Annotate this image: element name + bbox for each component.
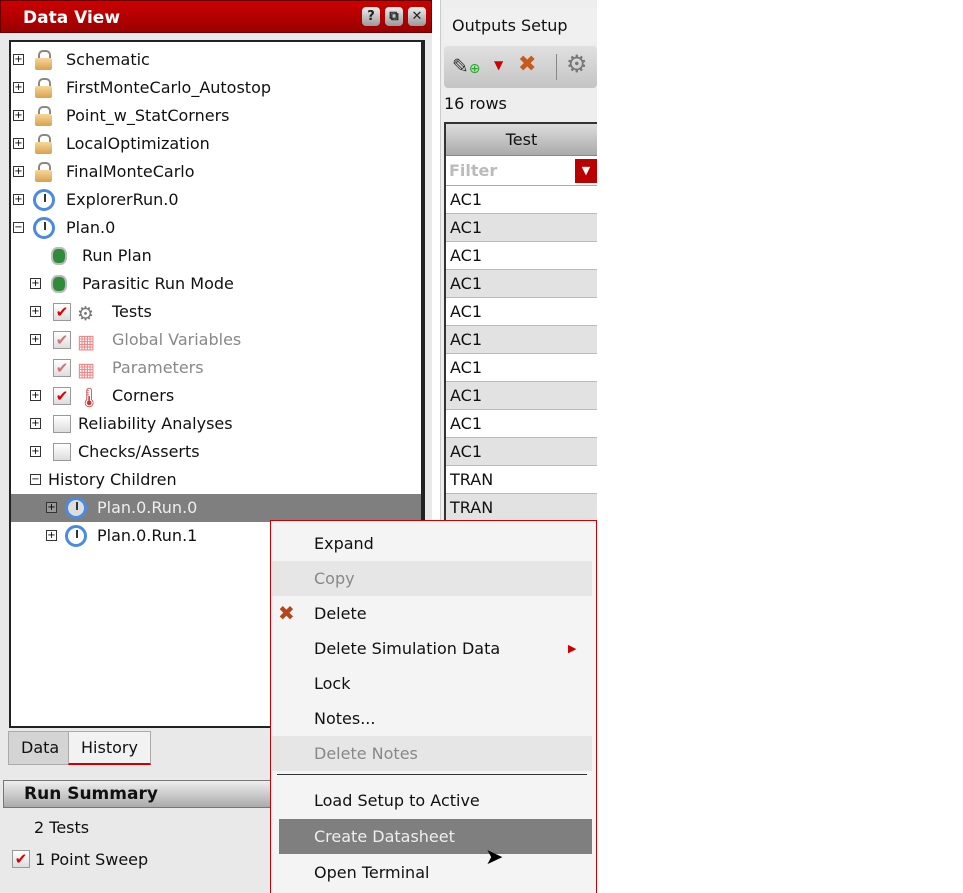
tree-item[interactable]: − Plan.0 [11,214,421,242]
table-row[interactable]: TRAN [446,466,597,494]
tree-item[interactable]: + ExplorerRun.0 [11,186,421,214]
filter-dropdown-icon[interactable]: ▼ [575,159,597,183]
menu-item-copy[interactable]: Copy [272,561,592,596]
cubes-icon: ▦ [77,331,95,353]
lock-icon [35,50,52,70]
tree-item[interactable]: + ✔ ▦ Global Variables [11,326,421,354]
tree-item[interactable]: + ✔ ⚙ Tests [11,298,421,326]
table-row[interactable]: AC1 [446,186,597,214]
tree-item[interactable]: + Schematic [11,46,421,74]
run-summary-header: Run Summary [3,780,283,808]
dropdown-arrow-icon[interactable]: ▼ [494,58,503,72]
table-row[interactable]: AC1 [446,270,597,298]
tree-item[interactable]: + LocalOptimization [11,130,421,158]
float-icon[interactable]: ⧉ [385,7,403,26]
reliability-checkbox[interactable] [53,415,71,433]
checks-checkbox[interactable] [53,443,71,461]
delete-icon[interactable]: ✖ [518,52,536,77]
tree-item-selected[interactable]: + Plan.0.Run.0 [11,494,421,522]
lock-icon [35,106,52,126]
submenu-arrow-icon: ▶ [568,642,577,655]
table-row[interactable]: AC1 [446,410,597,438]
menu-item-delete-simulation-data[interactable]: Delete Simulation Data ▶ [272,631,592,666]
tree-item[interactable]: + ✔ 🌡 Corners [11,382,421,410]
table-row[interactable]: AC1 [446,214,597,242]
run-light-icon [51,275,67,293]
clock-icon [33,189,55,211]
context-menu: Expand Copy ✖ Delete Delete Simulation Da… [270,520,597,893]
tests-checkbox[interactable]: ✔ [53,303,71,321]
tree-item[interactable]: ✔ ▦ Parameters [11,354,421,382]
table-row[interactable]: AC1 [446,326,597,354]
lock-icon [35,162,52,182]
tree-item[interactable]: + FirstMonteCarlo_Autostop [11,74,421,102]
table-row[interactable]: TRAN [446,494,597,522]
table-row[interactable]: AC1 [446,298,597,326]
gears-icon[interactable]: ⚙ [566,50,588,78]
lock-icon [35,134,52,154]
toolbar-divider [556,54,557,80]
menu-item-expand[interactable]: Expand [272,526,592,561]
table-row[interactable]: AC1 [446,382,597,410]
table-row[interactable]: AC1 [446,242,597,270]
menu-item-load-setup[interactable]: Load Setup to Active [272,783,592,818]
lock-icon [35,78,52,98]
gears-icon: ⚙ [77,303,95,325]
tab-data[interactable]: Data [8,731,73,765]
cubes-icon: ▦ [77,359,95,381]
menu-item-create-datasheet[interactable]: Create Datasheet [279,819,592,854]
table-row[interactable]: AC1 [446,354,597,382]
outputs-toolbar: ✎⊕ ▼ ✖ ⚙ [444,46,597,88]
run-light-icon [51,247,67,265]
delete-icon: ✖ [278,601,295,625]
clock-icon [33,217,55,239]
tree-item[interactable]: + Point_w_StatCorners [11,102,421,130]
add-output-icon[interactable]: ✎⊕ [452,54,481,78]
menu-separator [277,774,587,775]
menu-item-delete[interactable]: ✖ Delete [272,596,592,631]
column-header-test[interactable]: Test [446,124,597,156]
sweep-checkbox[interactable]: ✔ [12,850,30,868]
tree-item[interactable]: + Checks/Asserts [11,438,421,466]
global-variables-checkbox[interactable]: ✔ [53,331,71,349]
clock-icon [65,497,87,519]
tree-item[interactable]: Run Plan [11,242,421,270]
help-icon[interactable]: ? [362,7,380,26]
tree-item[interactable]: + FinalMonteCarlo [11,158,421,186]
menu-item-delete-notes[interactable]: Delete Notes [272,736,592,771]
mouse-cursor-icon: ➤ [485,845,504,870]
tests-count: 2 Tests [34,818,90,837]
row-count: 16 rows [444,94,507,113]
tree-item[interactable]: + Parasitic Run Mode [11,270,421,298]
sweep-count: 1 Point Sweep [35,850,149,869]
menu-item-lock[interactable]: Lock [272,666,592,701]
menu-item-open-terminal[interactable]: Open Terminal [272,855,592,890]
clock-icon [65,525,87,547]
tree-item[interactable]: + Reliability Analyses [11,410,421,438]
close-icon[interactable]: ✕ [408,7,426,26]
menu-item-notes[interactable]: Notes... [272,701,592,736]
tab-outputs-setup[interactable]: Outputs Setup [444,8,597,42]
filter-input[interactable]: Filter ▼ [446,156,597,186]
thermometer-icon: 🌡 [77,387,102,409]
parameters-checkbox[interactable]: ✔ [53,359,71,377]
corners-checkbox[interactable]: ✔ [53,387,71,405]
tree-item[interactable]: − History Children [11,466,421,494]
table-row[interactable]: AC1 [446,438,597,466]
tab-history[interactable]: History [68,731,151,765]
